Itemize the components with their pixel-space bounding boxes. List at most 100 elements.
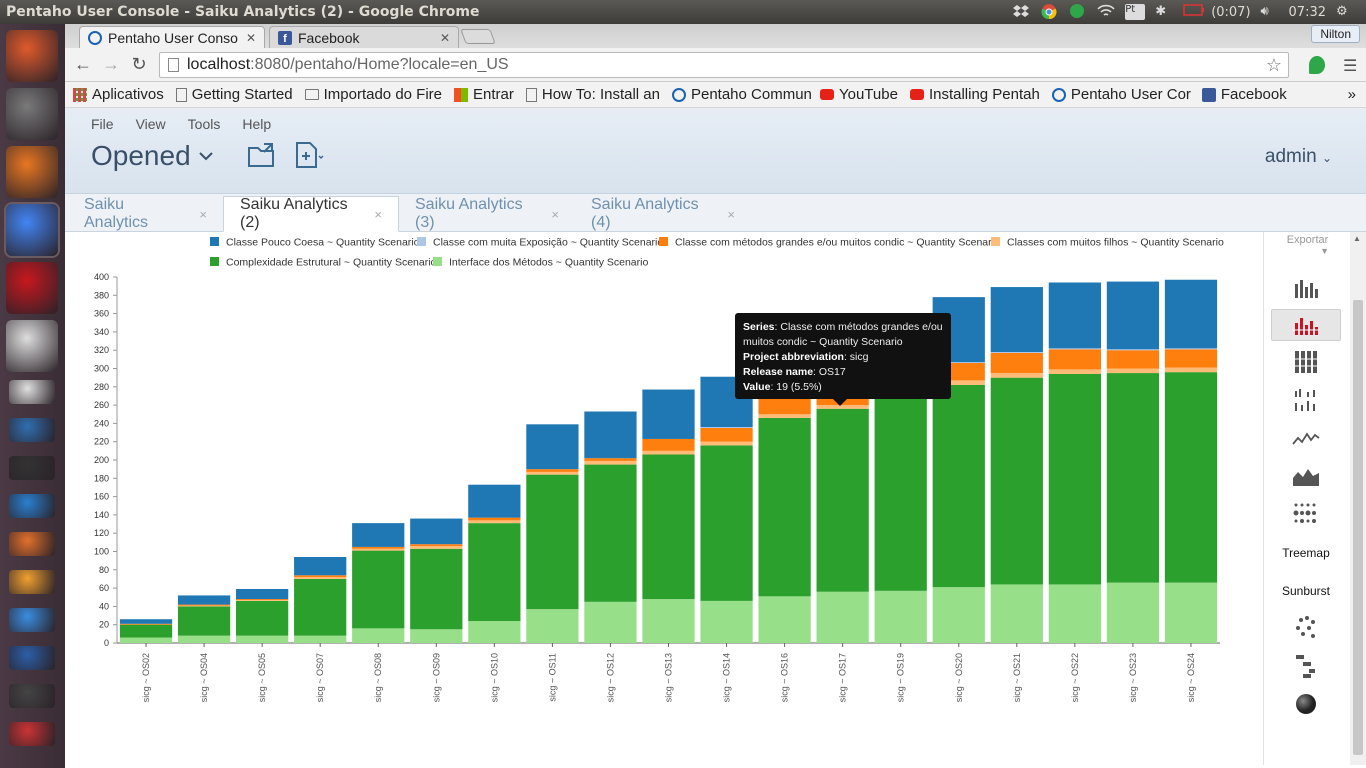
menu-help[interactable]: Help [242, 116, 271, 132]
open-folder-icon[interactable] [247, 140, 277, 170]
spreadsheet-icon[interactable] [9, 494, 55, 518]
close-icon[interactable]: × [551, 207, 559, 222]
amazon-icon[interactable] [9, 570, 55, 594]
sphere-icon[interactable] [1271, 688, 1341, 720]
volume-icon[interactable]: 🔊︎ [1261, 4, 1279, 20]
scroll-thumb[interactable] [1353, 300, 1363, 755]
bar-segment [294, 577, 347, 579]
multi-bar-chart-icon[interactable] [1271, 383, 1341, 415]
chrome-tray-icon[interactable] [1041, 4, 1059, 20]
y-tick-label: 380 [94, 290, 109, 300]
heatgrid-icon[interactable] [1271, 498, 1341, 530]
close-icon[interactable]: × [727, 207, 735, 222]
user-menu[interactable]: admin ⌄ [1265, 146, 1332, 168]
vertical-scrollbar[interactable]: ▲ [1350, 232, 1366, 765]
forward-arrow-icon[interactable]: → [97, 51, 125, 79]
bookmark-pentaho-community[interactable]: Pentaho Commun [666, 86, 814, 103]
new-file-icon[interactable] [294, 140, 324, 170]
bookmark-importado[interactable]: Importado do Fire [299, 86, 448, 103]
scroll-up-arrow[interactable]: ▲ [1353, 234, 1361, 243]
stacked-bar-chart: Classe Pouco Coesa ~ Quantity Scenario Cl… [94, 237, 1224, 703]
menu-file[interactable]: File [91, 116, 114, 132]
bar-segment [236, 589, 289, 600]
hangouts-extension-icon[interactable] [1309, 56, 1325, 74]
battery-icon[interactable] [1183, 4, 1205, 20]
profile-chip[interactable]: Nilton [1311, 25, 1360, 43]
dot-chart-icon[interactable] [1271, 612, 1341, 644]
tab-saiku-analytics-4[interactable]: Saiku Analytics (4) × [575, 196, 751, 232]
url-host: localhost [187, 56, 251, 73]
dropbox-icon[interactable] [1013, 4, 1031, 20]
menu-view[interactable]: View [136, 116, 166, 132]
sunburst-button[interactable]: Sunburst [1271, 575, 1341, 607]
bookmark-installing-pentaho[interactable]: Installing Pentah [904, 86, 1046, 103]
bookmark-how-to[interactable]: How To: Install an [520, 86, 666, 103]
pentaho-user-console: File View Tools Help Opened admin ⌄ Saik… [65, 108, 1366, 768]
page-icon [525, 87, 537, 102]
file-cabinet-icon[interactable] [6, 88, 58, 140]
close-icon[interactable]: × [374, 207, 382, 222]
settings-gear-icon[interactable]: ⚙ [1336, 4, 1354, 20]
tab-saiku-analytics[interactable]: Saiku Analytics × [68, 196, 223, 232]
stacked-bar-chart-icon[interactable] [1271, 309, 1341, 341]
bar-chart-icon[interactable] [1271, 272, 1341, 304]
tab-saiku-analytics-3[interactable]: Saiku Analytics (3) × [399, 196, 575, 232]
software-center-icon[interactable] [9, 532, 55, 556]
wifi-icon[interactable] [1097, 4, 1115, 20]
reload-icon[interactable]: ↻ [125, 51, 153, 79]
close-tab-icon[interactable]: ✕ [440, 31, 450, 45]
bookmark-apps[interactable]: Aplicativos [65, 86, 170, 103]
bar-segment [990, 287, 1043, 353]
bookmark-entrar[interactable]: Entrar [448, 86, 520, 103]
monitor-icon[interactable] [9, 684, 55, 708]
x-tick-label: sicg ~ OS23 [1128, 653, 1138, 702]
browser-tab-facebook[interactable]: f Facebook ✕ [269, 26, 459, 48]
firefox-icon[interactable] [6, 146, 58, 198]
chrome-icon[interactable] [6, 204, 58, 256]
bookmark-facebook[interactable]: Facebook [1196, 86, 1293, 103]
close-tab-icon[interactable]: ✕ [246, 31, 256, 45]
perspective-selector[interactable]: Opened [91, 140, 213, 172]
waterfall-icon[interactable] [1271, 650, 1341, 682]
facebook-icon [1201, 87, 1216, 102]
keepass-icon[interactable] [9, 646, 55, 670]
new-tab-button[interactable] [460, 29, 496, 44]
line-chart-icon[interactable] [1271, 422, 1341, 454]
chrome-menu-icon[interactable]: ☰ [1343, 56, 1357, 76]
app-icon[interactable] [6, 320, 58, 372]
clock[interactable]: 07:32 [1289, 5, 1326, 20]
bar-segment [236, 599, 289, 601]
legend-label: Classe com muita Exposição ~ Quantity Sc… [433, 237, 663, 249]
bookmark-pentaho-user-console[interactable]: Pentaho User Cor [1046, 86, 1196, 103]
y-tick-label: 260 [94, 400, 109, 410]
folder-icon [304, 89, 319, 100]
pdf-reader-icon[interactable] [6, 262, 58, 314]
menu-tools[interactable]: Tools [188, 116, 221, 132]
upload-icon[interactable] [9, 608, 55, 632]
treemap-button[interactable]: Treemap [1271, 537, 1341, 569]
bar-segment [816, 591, 869, 643]
back-arrow-icon[interactable]: ← [69, 51, 97, 79]
keyboard-layout-icon[interactable]: Pt [1125, 4, 1146, 20]
bar-segment [119, 624, 173, 638]
ubuntu-dash-icon[interactable] [6, 30, 58, 82]
export-menu[interactable]: Exportar ▼ [1264, 234, 1351, 256]
gmail-icon[interactable] [9, 722, 55, 746]
browser-tab-pentaho[interactable]: Pentaho User Conso ✕ [79, 26, 265, 48]
terminal-icon[interactable] [9, 456, 55, 480]
tab-saiku-analytics-2[interactable]: Saiku Analytics (2) × [223, 196, 399, 232]
bluetooth-icon[interactable]: ✱ [1155, 4, 1173, 20]
bookmark-getting-started[interactable]: Getting Started [170, 86, 299, 103]
workbench-icon[interactable] [9, 418, 55, 442]
bookmark-star-icon[interactable]: ☆ [1266, 55, 1282, 76]
text-editor-icon[interactable] [9, 380, 55, 404]
stacked-100-chart-icon[interactable] [1271, 346, 1341, 378]
x-tick-label: sicg ~ OS14 [722, 653, 732, 702]
area-chart-icon[interactable] [1271, 460, 1341, 492]
close-icon[interactable]: × [199, 207, 207, 222]
y-tick-label: 100 [94, 547, 109, 557]
address-bar[interactable]: localhost:8080/pentaho/Home?locale=en_US… [159, 52, 1289, 78]
bookmark-youtube[interactable]: YouTube [814, 86, 904, 103]
hangouts-icon[interactable] [1069, 4, 1087, 20]
more-bookmarks-chevron[interactable]: » [1342, 86, 1366, 103]
